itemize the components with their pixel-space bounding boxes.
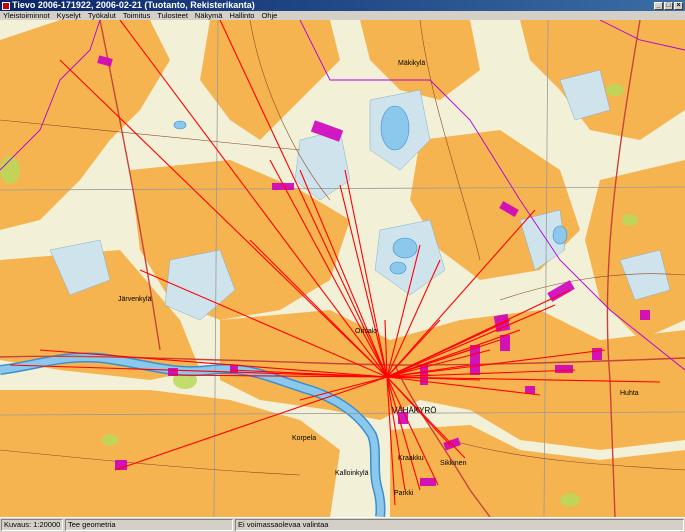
label-sikkinen: Sikkinen <box>440 460 467 467</box>
label-huhta: Huhta <box>620 390 639 397</box>
label-kraakku: Kraakku <box>398 455 424 462</box>
map-canvas[interactable]: VÄHÄKYRÖ Järvenkylä Orisalo Sikkinen Kal… <box>0 20 685 517</box>
label-vahakyro: VÄHÄKYRÖ <box>392 406 436 415</box>
window-title: Tievo 2006-171922, 2006-02-21 (Tuotanto,… <box>12 0 255 10</box>
menu-tyokalut[interactable]: Työkalut <box>85 11 120 20</box>
status-bar: Kuvaus: 1:20000 Tee geometria Ei voimass… <box>0 517 685 532</box>
menu-toimitus[interactable]: Toimitus <box>120 11 155 20</box>
menu-tulosteet[interactable]: Tulosteet <box>154 11 192 20</box>
menu-kyselyt[interactable]: Kyselyt <box>54 11 85 20</box>
label-orisalo: Orisalo <box>355 328 377 335</box>
label-makikyla: Mäkikylä <box>398 60 425 67</box>
label-parkki: Parkki <box>394 490 414 497</box>
status-scale: Kuvaus: 1:20000 <box>1 519 63 531</box>
title-bar: Tievo 2006-171922, 2006-02-21 (Tuotanto,… <box>0 0 685 11</box>
menu-nakyma[interactable]: Näkymä <box>192 11 227 20</box>
maximize-icon[interactable]: □ <box>664 1 673 10</box>
label-korpela: Korpela <box>292 435 316 442</box>
label-jarvenkyla: Järvenkylä <box>118 296 152 303</box>
label-kalloinkyla: Kalloinkylä <box>335 470 369 477</box>
window-controls: _ □ × <box>654 1 683 10</box>
menu-ohje[interactable]: Ohje <box>258 11 281 20</box>
menu-bar: Yleistoiminnot Kyselyt Työkalut Toimitus… <box>0 11 685 20</box>
menu-yleistoiminnot[interactable]: Yleistoiminnot <box>0 11 54 20</box>
status-mode: Tee geometria <box>65 519 233 531</box>
status-selection: Ei voimassaolevaa valintaa <box>235 519 684 531</box>
app-icon <box>2 1 10 10</box>
map-view[interactable]: VÄHÄKYRÖ Järvenkylä Orisalo Sikkinen Kal… <box>0 20 685 517</box>
close-icon[interactable]: × <box>674 1 683 10</box>
minimize-icon[interactable]: _ <box>654 1 663 10</box>
menu-hallinto[interactable]: Hallinto <box>226 11 258 20</box>
